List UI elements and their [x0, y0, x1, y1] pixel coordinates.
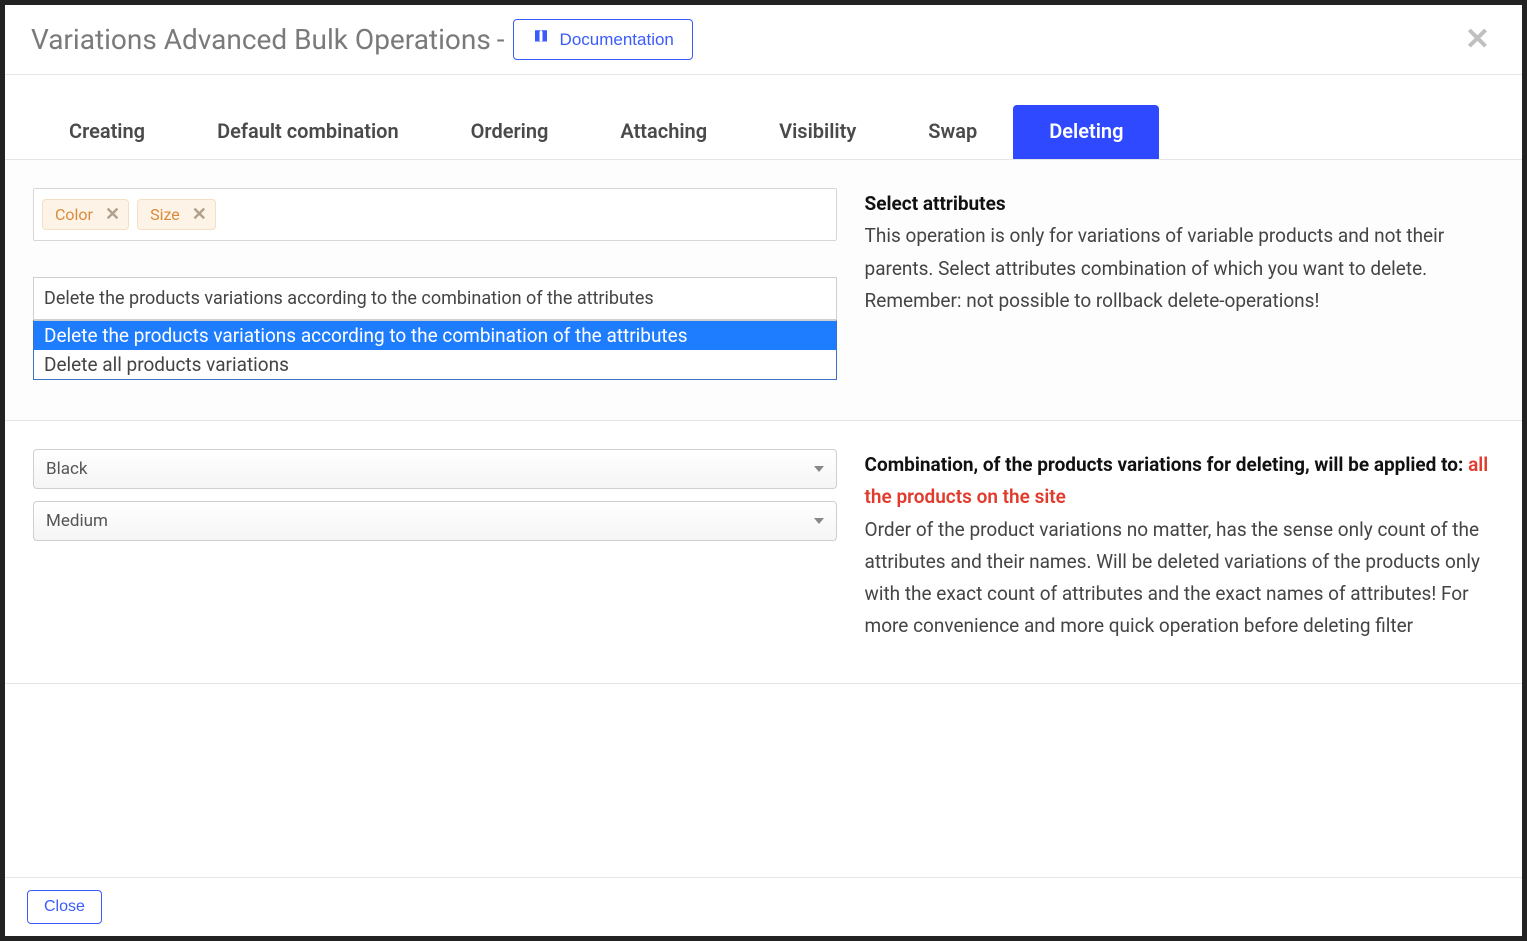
- tab-attaching[interactable]: Attaching: [584, 105, 743, 159]
- tab-swap[interactable]: Swap: [892, 105, 1013, 159]
- tabs: Creating Default combination Ordering At…: [5, 75, 1522, 160]
- attribute-tag-input[interactable]: Color ✕ Size ✕: [33, 188, 837, 241]
- tag-color-remove-icon[interactable]: ✕: [105, 206, 120, 224]
- book-icon: [532, 28, 550, 51]
- tag-size-remove-icon[interactable]: ✕: [192, 206, 207, 224]
- delete-mode-option-all[interactable]: Delete all products variations: [34, 350, 836, 379]
- documentation-button[interactable]: Documentation: [513, 19, 693, 60]
- tag-size[interactable]: Size ✕: [137, 199, 216, 230]
- modal-header: Variations Advanced Bulk Operations - Do…: [5, 5, 1522, 75]
- section1-right: Select attributes This operation is only…: [865, 188, 1494, 380]
- section2-body: Order of the product variations no matte…: [865, 518, 1480, 638]
- delete-mode-dropdown: Delete the products variations according…: [33, 320, 837, 380]
- section-select-attributes: Color ✕ Size ✕ Delete the products varia…: [5, 160, 1522, 421]
- tab-creating[interactable]: Creating: [33, 105, 181, 159]
- delete-mode-select[interactable]: Delete the products variations according…: [33, 277, 837, 380]
- delete-mode-option-combination[interactable]: Delete the products variations according…: [34, 321, 836, 350]
- attribute-value-select-2[interactable]: Medium: [33, 501, 837, 541]
- section2-left: Black Medium: [33, 449, 837, 643]
- section2-heading-part1: Combination, of the products variations …: [865, 453, 1469, 476]
- section1-heading: Select attributes: [865, 192, 1006, 215]
- scroll-spacer: [5, 684, 1522, 877]
- close-button[interactable]: Close: [27, 890, 102, 924]
- tag-color-label: Color: [55, 205, 93, 224]
- tag-color[interactable]: Color ✕: [42, 199, 129, 230]
- modal-footer: Close: [5, 877, 1522, 936]
- modal-body[interactable]: Creating Default combination Ordering At…: [5, 75, 1522, 877]
- tab-default-combination[interactable]: Default combination: [181, 105, 435, 159]
- section1-body: This operation is only for variations of…: [865, 224, 1445, 312]
- section-combination: Black Medium Combination, of the product…: [5, 421, 1522, 684]
- modal-title-dash: -: [497, 23, 505, 56]
- modal-title: Variations Advanced Bulk Operations: [31, 23, 491, 56]
- attribute-value-select-1[interactable]: Black: [33, 449, 837, 489]
- close-icon[interactable]: ✕: [1459, 25, 1496, 55]
- modal: Variations Advanced Bulk Operations - Do…: [5, 5, 1522, 936]
- tab-visibility[interactable]: Visibility: [743, 105, 892, 159]
- tab-deleting[interactable]: Deleting: [1013, 105, 1159, 159]
- tab-ordering[interactable]: Ordering: [435, 105, 585, 159]
- delete-mode-select-display[interactable]: Delete the products variations according…: [33, 277, 837, 320]
- section2-right: Combination, of the products variations …: [865, 449, 1494, 643]
- documentation-label: Documentation: [560, 30, 674, 50]
- section1-left: Color ✕ Size ✕ Delete the products varia…: [33, 188, 837, 380]
- tag-size-label: Size: [150, 205, 180, 224]
- modal-body-wrap: Creating Default combination Ordering At…: [5, 75, 1522, 877]
